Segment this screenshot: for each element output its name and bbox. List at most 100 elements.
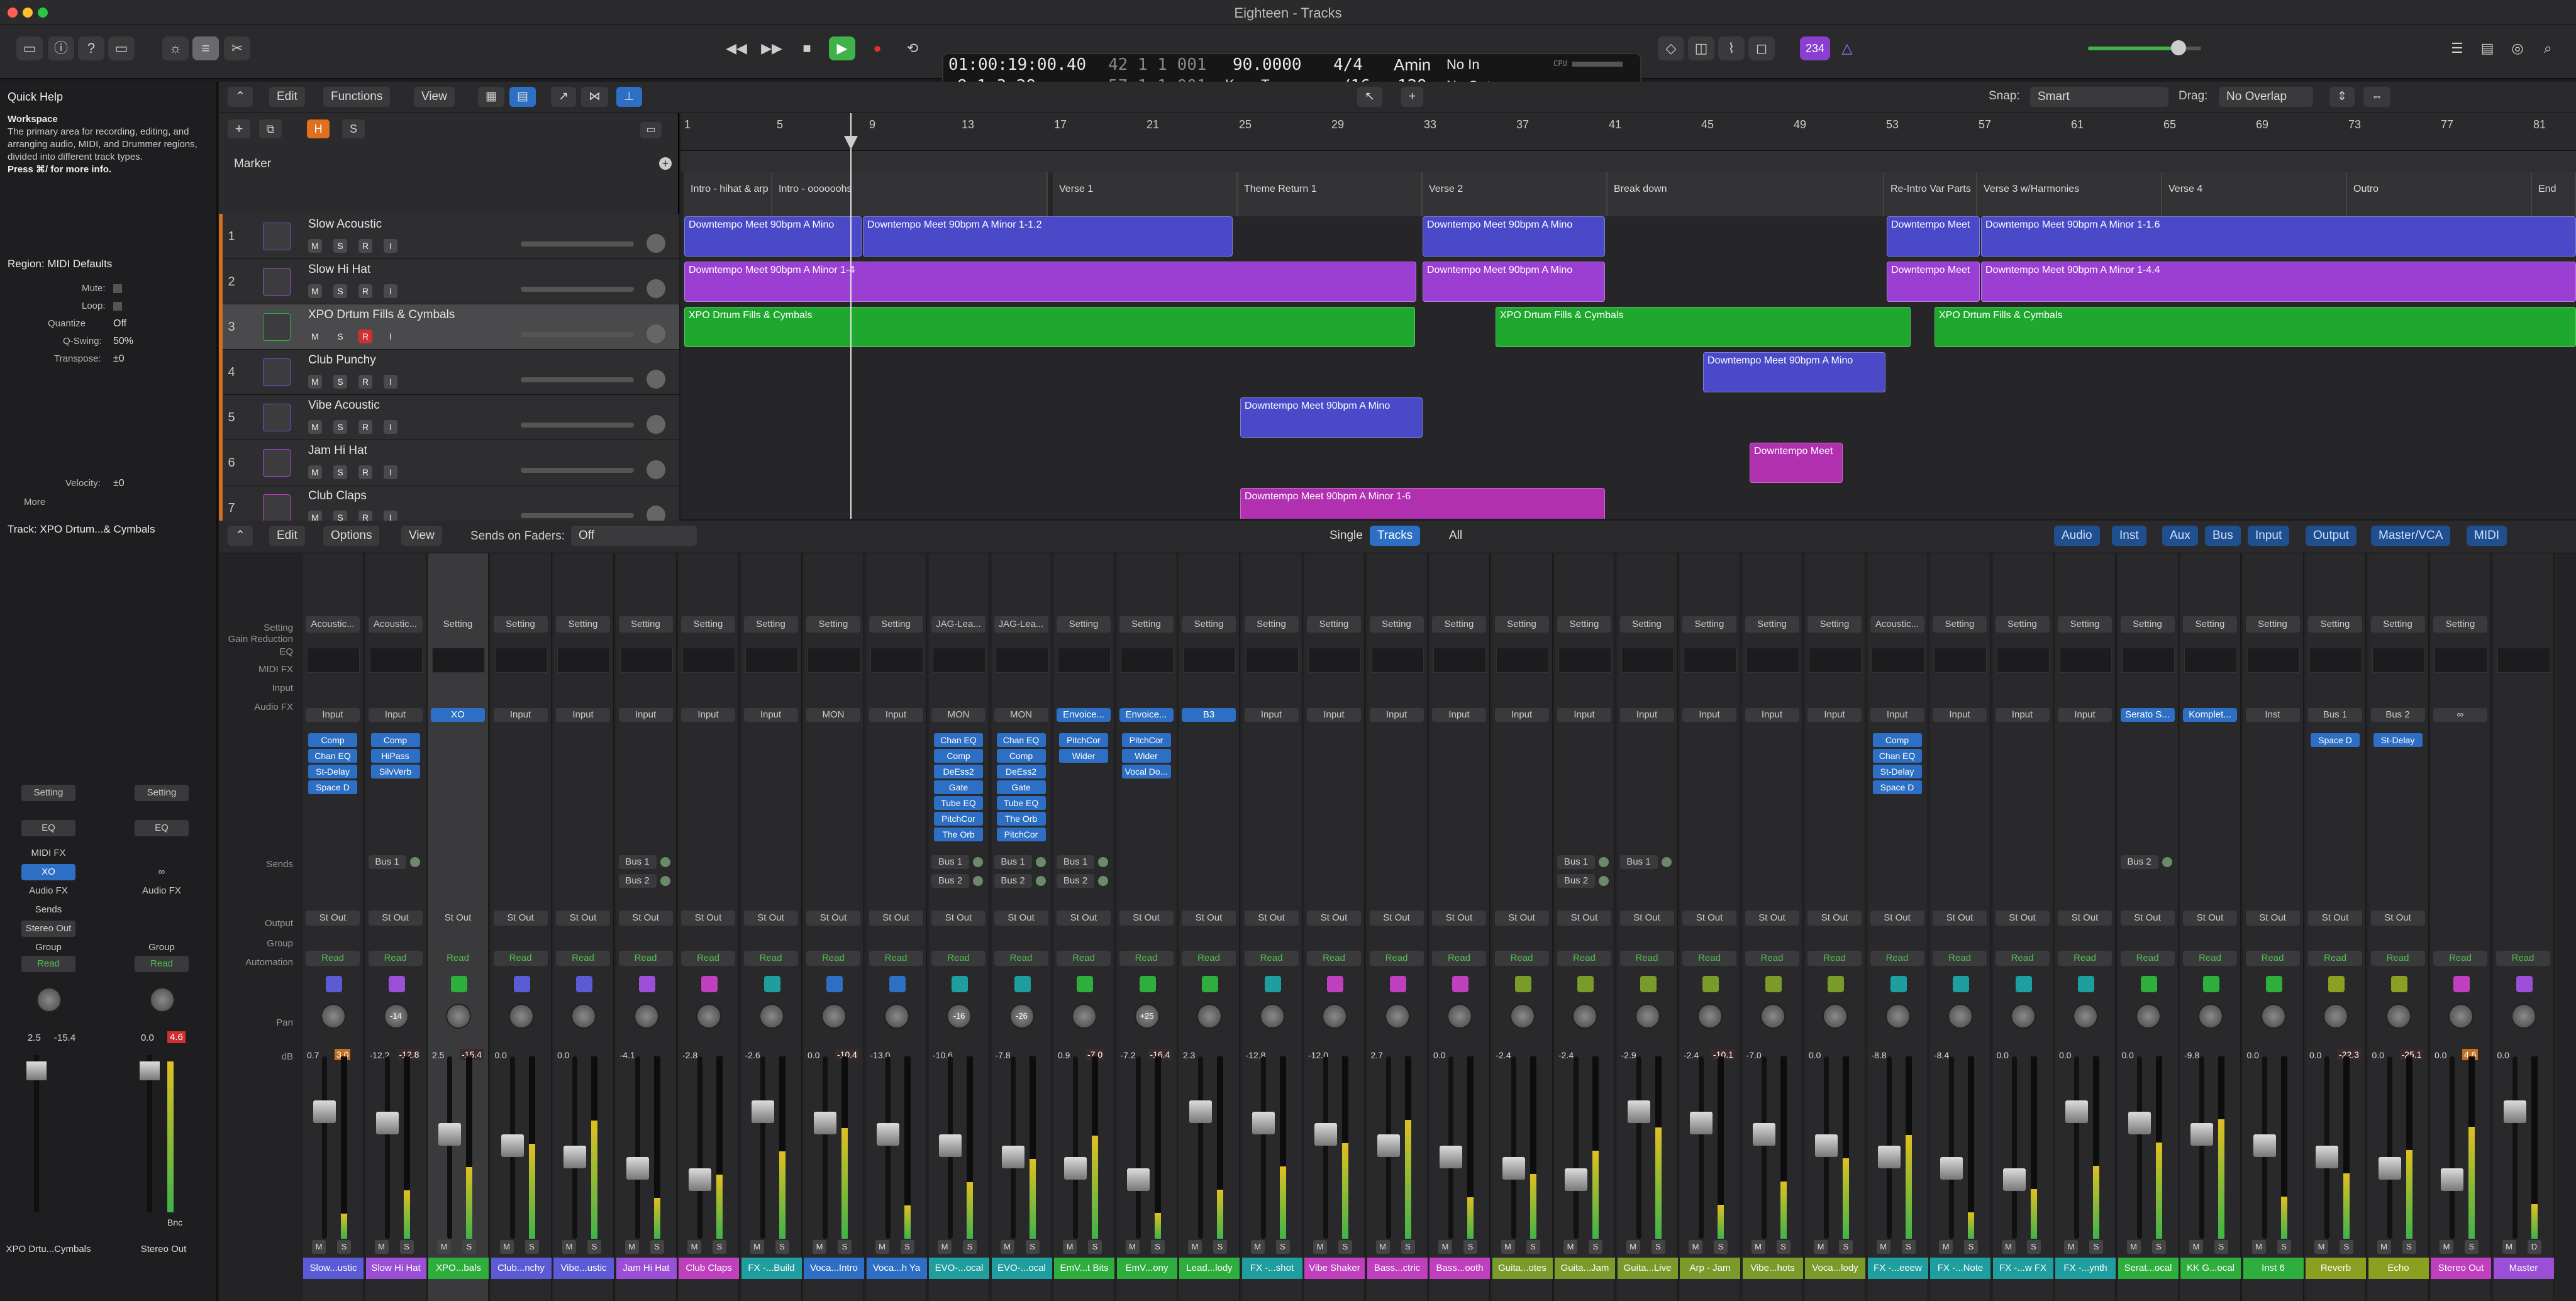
playhead[interactable] bbox=[850, 113, 852, 519]
lcd-tempo[interactable]: 90.0000 bbox=[1233, 55, 1302, 74]
strip-solo-button[interactable]: S bbox=[1589, 1240, 1602, 1254]
track-s-button[interactable]: S bbox=[333, 284, 347, 298]
strip-name[interactable]: XPO...bals bbox=[428, 1258, 489, 1279]
strip-automation-mode[interactable]: Read bbox=[2433, 951, 2487, 966]
strip-send-slot[interactable]: Bus 2 bbox=[618, 874, 657, 888]
strip-pan-knob[interactable] bbox=[2073, 1004, 2098, 1029]
strip-fader-track[interactable] bbox=[635, 1056, 640, 1239]
inspector-strip2-automation[interactable]: Read bbox=[135, 956, 189, 972]
strip-solo-button[interactable]: S bbox=[2277, 1240, 2291, 1254]
brightness-icon[interactable]: ☼ bbox=[162, 36, 189, 60]
grid-view-icon[interactable]: ▦ bbox=[478, 87, 504, 107]
strip-solo-button[interactable]: S bbox=[587, 1240, 601, 1254]
strip-eq-display[interactable] bbox=[995, 648, 1048, 673]
strip-fader-cap[interactable] bbox=[1502, 1157, 1525, 1180]
mixer-tracks-button[interactable]: Tracks bbox=[1370, 526, 1421, 546]
strip-fader-cap[interactable] bbox=[2378, 1157, 2401, 1180]
strip-audio-fx-slot[interactable]: Wider bbox=[1059, 749, 1108, 763]
strip-pan-knob[interactable] bbox=[1447, 1004, 1472, 1029]
send-level-knob[interactable] bbox=[973, 876, 983, 886]
strip-pan-knob[interactable] bbox=[2323, 1004, 2348, 1029]
track-volume-slider[interactable] bbox=[521, 332, 634, 337]
strip-fader-track[interactable] bbox=[1574, 1056, 1579, 1239]
strip-eq-display[interactable] bbox=[1809, 648, 1862, 673]
strip-send-slot[interactable]: Bus 1 bbox=[1619, 855, 1658, 869]
strip-setting-button[interactable]: Setting bbox=[1494, 616, 1549, 633]
strip-name[interactable]: Inst 6 bbox=[2243, 1258, 2304, 1279]
region[interactable]: Downtempo Meet 90bpm A Mino bbox=[1703, 352, 1885, 392]
strip-audio-fx-slot[interactable]: Wider bbox=[1121, 749, 1171, 763]
notepad-icon[interactable]: ▤ bbox=[2474, 36, 2501, 60]
strip-output-slot[interactable]: St Out bbox=[1494, 911, 1549, 926]
strip-input-slot[interactable]: Input bbox=[618, 708, 673, 722]
metronome-icon[interactable]: △ bbox=[1834, 36, 1860, 60]
track-name[interactable]: Club Claps bbox=[308, 489, 367, 503]
strip-automation-mode[interactable]: Read bbox=[2120, 951, 2175, 966]
track-header-row[interactable]: 5 Vibe Acoustic M S R I bbox=[219, 395, 679, 440]
strip-name[interactable]: Arp - Jam bbox=[1680, 1258, 1740, 1279]
strip-input-slot[interactable]: Input bbox=[1494, 708, 1549, 722]
strip-fader-cap[interactable] bbox=[1377, 1134, 1400, 1157]
strip-audio-fx-slot[interactable]: SilvVerb bbox=[370, 765, 420, 778]
strip-automation-mode[interactable]: Read bbox=[806, 951, 860, 966]
strip-solo-button[interactable]: S bbox=[1526, 1240, 1540, 1254]
browser-icon[interactable]: ⌕ bbox=[2534, 36, 2561, 60]
global-tracks-icon[interactable]: ▭ bbox=[640, 122, 662, 138]
strip-automation-mode[interactable]: Read bbox=[869, 951, 923, 966]
strip-setting-button[interactable]: Setting bbox=[869, 616, 923, 633]
strip-name[interactable]: Stereo Out bbox=[2431, 1258, 2491, 1279]
strip-automation-mode[interactable]: Read bbox=[1933, 951, 1987, 966]
strip-automation-mode[interactable]: Read bbox=[994, 951, 1048, 966]
add-marker-button[interactable]: + bbox=[659, 157, 672, 170]
track-r-button[interactable]: R bbox=[358, 329, 372, 343]
region[interactable]: Downtempo Meet 90bpm A Mino bbox=[1423, 262, 1605, 302]
send-level-knob[interactable] bbox=[409, 857, 420, 867]
strip-fader-track[interactable] bbox=[2199, 1056, 2204, 1239]
marker-region[interactable]: Verse 2 bbox=[1423, 172, 1607, 216]
qswing-value[interactable]: 50% bbox=[113, 336, 133, 347]
inspector-strip1-fader-cap[interactable] bbox=[26, 1061, 47, 1080]
mute-checkbox[interactable] bbox=[113, 284, 122, 293]
strip-audio-fx-slot[interactable]: Chan EQ bbox=[996, 733, 1046, 747]
strip-solo-button[interactable]: S bbox=[838, 1240, 852, 1254]
strip-fader-track[interactable] bbox=[322, 1056, 327, 1239]
strip-fader-track[interactable] bbox=[1073, 1056, 1078, 1239]
strip-mute-button[interactable]: M bbox=[562, 1240, 576, 1254]
strip-solo-button[interactable]: S bbox=[1150, 1240, 1165, 1254]
strip-input-slot[interactable]: B3 bbox=[1182, 708, 1236, 722]
send-level-knob[interactable] bbox=[1599, 857, 1609, 867]
strip-automation-mode[interactable]: Read bbox=[556, 951, 610, 966]
strip-output-slot[interactable]: St Out bbox=[306, 911, 360, 926]
strip-mute-button[interactable]: M bbox=[1188, 1240, 1202, 1254]
strip-mute-button[interactable]: M bbox=[875, 1240, 889, 1254]
region[interactable]: XPO Drtum Fills & Cymbals bbox=[1935, 307, 2576, 347]
strip-output-slot[interactable]: St Out bbox=[2308, 911, 2362, 926]
strip-mute-button[interactable]: M bbox=[2251, 1240, 2266, 1254]
region[interactable]: Downtempo Meet 90bpm A Mino bbox=[684, 216, 862, 257]
strip-send-slot[interactable]: Bus 1 bbox=[994, 855, 1032, 869]
strip-setting-button[interactable]: Setting bbox=[1244, 616, 1299, 633]
strip-pan-knob[interactable] bbox=[1635, 1004, 1660, 1029]
strip-name[interactable]: Bass...ctric bbox=[1367, 1258, 1428, 1279]
strip-output-slot[interactable]: St Out bbox=[1057, 911, 1111, 926]
strip-name[interactable]: EmV...ony bbox=[1116, 1258, 1177, 1279]
strip-fader-cap[interactable] bbox=[1314, 1123, 1337, 1146]
strip-audio-fx-slot[interactable]: DeEss2 bbox=[934, 765, 983, 778]
track-header-row[interactable]: 6 Jam Hi Hat M S R I bbox=[219, 440, 679, 485]
strip-input-slot[interactable]: Input bbox=[1745, 708, 1799, 722]
strip-setting-button[interactable]: Setting bbox=[2245, 616, 2300, 633]
strip-fader-track[interactable] bbox=[2074, 1056, 2079, 1239]
strip-automation-mode[interactable]: Read bbox=[743, 951, 798, 966]
strip-input-slot[interactable]: Input bbox=[306, 708, 360, 722]
tracks-view-menu[interactable]: View bbox=[414, 87, 455, 107]
strip-input-slot[interactable]: Input bbox=[368, 708, 423, 722]
strip-fader-track[interactable] bbox=[1949, 1056, 1954, 1239]
strip-fader-cap[interactable] bbox=[1940, 1157, 1963, 1180]
strip-pan-knob[interactable] bbox=[633, 1004, 659, 1029]
region[interactable]: Downtempo Meet bbox=[1887, 216, 1980, 257]
strip-send-slot[interactable]: Bus 2 bbox=[1057, 874, 1094, 888]
inspector-strip1-midifx[interactable]: MIDI FX bbox=[21, 845, 75, 861]
strip-mute-button[interactable]: M bbox=[1939, 1240, 1953, 1254]
strip-mute-button[interactable]: M bbox=[2126, 1240, 2141, 1254]
strip-mute-button[interactable]: M bbox=[374, 1240, 389, 1254]
